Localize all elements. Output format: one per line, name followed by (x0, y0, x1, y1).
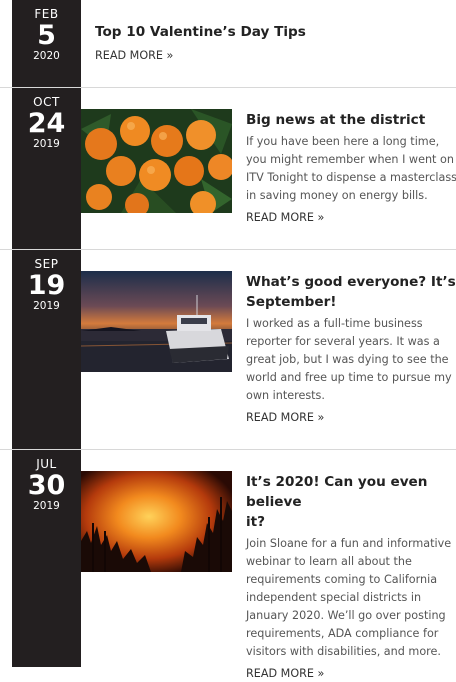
date-month: FEB (34, 7, 59, 21)
read-more-link[interactable]: READ MORE » (95, 48, 306, 64)
excerpt-line: requirements coming to California (246, 573, 438, 586)
date-year: 2019 (33, 500, 60, 512)
read-more-link[interactable]: READ MORE » (246, 210, 456, 226)
post-text: Top 10 Valentine’s Day Tips READ MORE » (95, 22, 306, 64)
excerpt-line: visitors with disabilities, and more. (246, 645, 441, 658)
date-year: 2019 (33, 138, 60, 150)
date-day: 19 (27, 270, 66, 301)
read-more-link[interactable]: READ MORE » (246, 410, 456, 426)
excerpt-line: I worked as a full-time business (246, 317, 423, 330)
excerpt-line: reporter for several years. It was a (246, 335, 440, 348)
date-day: 30 (27, 470, 66, 501)
date-badge: FEB 5 2020 (12, 0, 81, 87)
post-excerpt: Join Sloane for a fun and informative we… (246, 535, 456, 661)
excerpt-line: in saving money on energy bills. (246, 189, 428, 202)
date-month: OCT (33, 95, 60, 109)
excerpt-line: own interests. (246, 389, 325, 402)
post-title[interactable]: Big news at the district (246, 110, 456, 130)
post-item: JUL 30 2019 It’s 2020! Can you even beli… (0, 449, 456, 680)
post-item: FEB 5 2020 Top 10 Valentine’s Day Tips R… (0, 0, 456, 87)
oranges-photo[interactable] (81, 109, 232, 213)
date-month: SEP (34, 257, 59, 271)
date-badge: JUL 30 2019 (12, 450, 81, 667)
post-title[interactable]: What’s good everyone? It’s September! (246, 272, 456, 312)
date-badge: OCT 24 2019 (12, 88, 81, 249)
excerpt-line: great job, but I was dying to see the (246, 353, 449, 366)
blog-feed: FEB 5 2020 Top 10 Valentine’s Day Tips R… (0, 0, 456, 680)
post-item: SEP 19 2019 What’s good everyone? It’s S… (0, 249, 456, 449)
excerpt-line: ITV Tonight to dispense a masterclass (246, 171, 456, 184)
wildfire-photo[interactable] (81, 471, 232, 572)
post-text: Big news at the district If you have bee… (246, 110, 456, 226)
title-line: September! (246, 294, 337, 310)
excerpt-line: Join Sloane for a fun and informative (246, 537, 452, 550)
excerpt-line: requirements, ADA compliance for (246, 627, 439, 640)
excerpt-line: January 2020. We’ll go over posting (246, 609, 446, 622)
excerpt-line: you might remember when I went on (246, 153, 454, 166)
post-text: It’s 2020! Can you even believe it? Join… (246, 472, 456, 682)
post-item: OCT 24 2019 Big news at the district If … (0, 87, 456, 249)
post-title[interactable]: It’s 2020! Can you even believe it? (246, 472, 456, 532)
title-line: It’s 2020! Can you even believe (246, 474, 428, 510)
date-day: 24 (27, 108, 66, 139)
post-excerpt: If you have been here a long time, you m… (246, 133, 456, 205)
excerpt-line: independent special districts in (246, 591, 422, 604)
boat-sunset-photo[interactable] (81, 271, 232, 372)
post-text: What’s good everyone? It’s September! I … (246, 272, 456, 426)
title-line: What’s good everyone? It’s (246, 274, 456, 290)
excerpt-line: world and free up time to pursue my (246, 371, 452, 384)
title-line: it? (246, 514, 266, 530)
excerpt-line: If you have been here a long time, (246, 135, 440, 148)
date-year: 2019 (33, 300, 60, 312)
post-title[interactable]: Top 10 Valentine’s Day Tips (95, 22, 306, 42)
post-excerpt: I worked as a full-time business reporte… (246, 315, 456, 405)
date-year: 2020 (33, 50, 60, 62)
excerpt-line: webinar to learn all about the (246, 555, 412, 568)
date-day: 5 (37, 20, 56, 51)
read-more-link[interactable]: READ MORE » (246, 666, 456, 682)
date-badge: SEP 19 2019 (12, 250, 81, 449)
date-month: JUL (36, 457, 57, 471)
